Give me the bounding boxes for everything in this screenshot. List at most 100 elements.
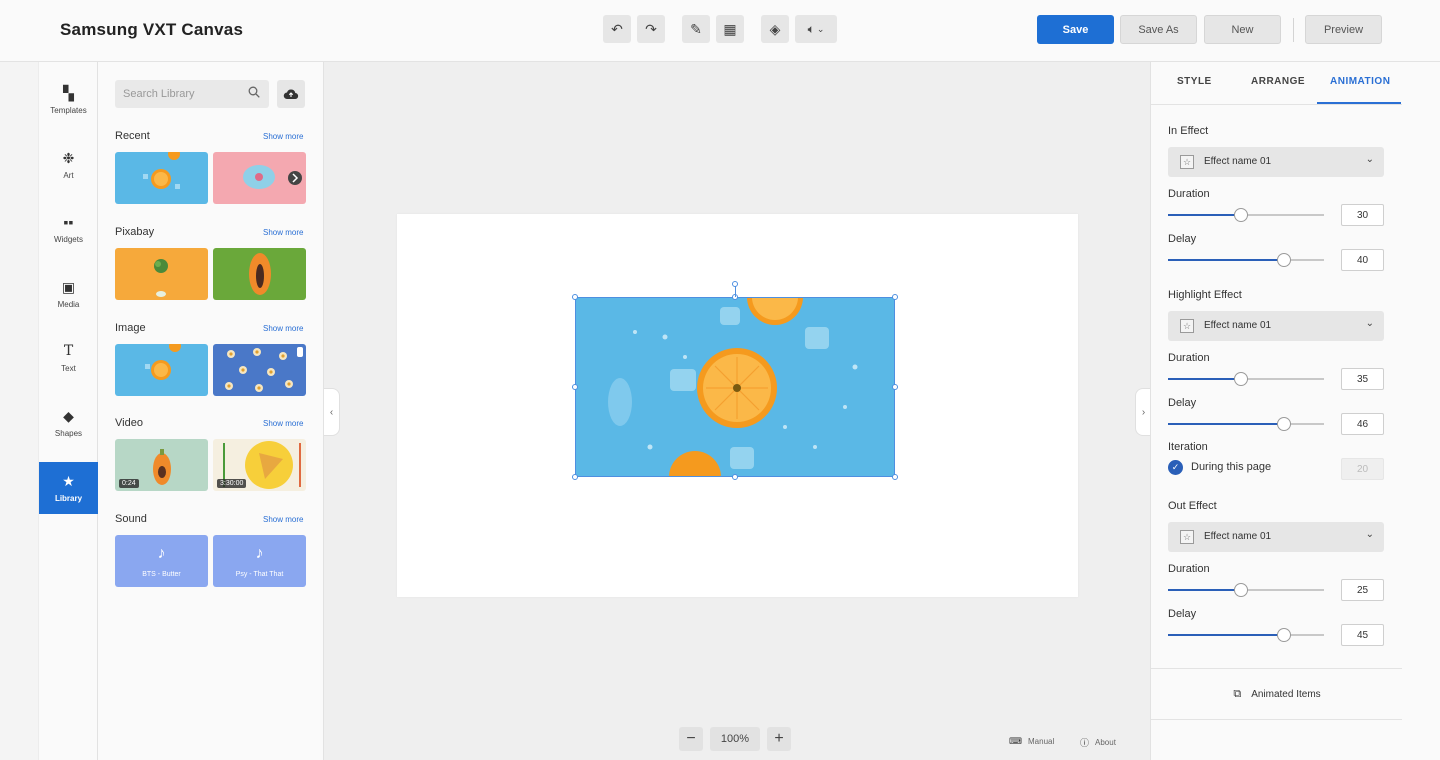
highlight-delay-slider[interactable]	[1168, 417, 1324, 431]
tab-arrange[interactable]: ARRANGE	[1251, 76, 1305, 87]
highlight-duration-input[interactable]: 35	[1341, 368, 1384, 390]
slider-knob[interactable]	[1234, 583, 1248, 597]
resize-handle-nw[interactable]	[572, 294, 578, 300]
rotate-handle[interactable]	[732, 281, 738, 287]
pixabay-thumb-papaya[interactable]	[213, 248, 306, 300]
recent-thumb-pink[interactable]	[213, 152, 306, 204]
search-input[interactable]: Search Library	[115, 80, 269, 108]
about-label: About	[1095, 738, 1116, 747]
in-duration-input[interactable]: 30	[1341, 204, 1384, 226]
show-more-link[interactable]: Show more	[263, 515, 303, 524]
in-effect-label: In Effect	[1168, 125, 1209, 137]
resize-handle-se[interactable]	[892, 474, 898, 480]
left-rail: ▚ Templates ❉ Art ▪▪ Widgets ▣ Media T T…	[38, 62, 98, 760]
collapse-left-panel-button[interactable]: ‹	[324, 388, 340, 436]
check-icon: ✓	[1171, 462, 1180, 472]
rail-item-label: Widgets	[54, 235, 83, 244]
toolbar-divider	[1293, 18, 1294, 42]
video-thumb-papaya[interactable]: 0:24	[115, 439, 208, 491]
rail-item-label: Shapes	[54, 429, 83, 438]
highlight-effect-select[interactable]: ☆ Effect name 01 ⌄	[1168, 311, 1384, 341]
show-more-link[interactable]: Show more	[263, 419, 303, 428]
rail-item-shapes[interactable]: ◆ Shapes	[39, 397, 98, 449]
music-note-icon: ♪	[157, 545, 166, 562]
grid-button[interactable]: ▦	[716, 15, 744, 43]
layers-icon: ◈	[769, 20, 781, 37]
highlight-delay-input[interactable]: 46	[1341, 413, 1384, 435]
sound-button[interactable]: 🔈︎ ⌄	[795, 15, 837, 43]
sound-tile-bts[interactable]: ♪ BTS - Butter	[115, 535, 208, 587]
tab-style[interactable]: STYLE	[1177, 76, 1212, 87]
resize-handle-ne[interactable]	[892, 294, 898, 300]
save-button[interactable]: Save	[1037, 15, 1114, 44]
rail-item-library[interactable]: ★ Library	[39, 462, 98, 514]
out-duration-input[interactable]: 25	[1341, 579, 1384, 601]
sound-tile-psy[interactable]: ♪ Psy - That That	[213, 535, 306, 587]
tab-animation[interactable]: ANIMATION	[1330, 76, 1390, 87]
resize-handle-e[interactable]	[892, 384, 898, 390]
new-button[interactable]: New	[1204, 15, 1281, 44]
redo-button[interactable]: ↷	[637, 15, 665, 43]
duration-label: Duration	[1168, 188, 1210, 200]
zoom-in-button[interactable]: +	[767, 727, 791, 751]
pixabay-thumb-broccoli[interactable]	[115, 248, 208, 300]
save-as-button[interactable]: Save As	[1120, 15, 1197, 44]
show-more-link[interactable]: Show more	[263, 132, 303, 141]
resize-handle-s[interactable]	[732, 474, 738, 480]
rail-item-art[interactable]: ❉ Art	[39, 139, 98, 191]
out-effect-select[interactable]: ☆ Effect name 01 ⌄	[1168, 522, 1384, 552]
about-link[interactable]: ⓘ About	[1080, 736, 1116, 749]
section-title-recent: Recent	[115, 130, 150, 142]
zoom-level[interactable]: 100%	[710, 727, 760, 751]
video-thumb-waffle[interactable]: 3:30:00	[213, 439, 306, 491]
image-thumb-orange[interactable]	[115, 344, 208, 396]
recent-thumb-orange[interactable]	[115, 152, 208, 204]
highlight-effect-label: Highlight Effect	[1168, 289, 1242, 301]
resize-handle-w[interactable]	[572, 384, 578, 390]
rail-item-text[interactable]: T Text	[39, 332, 98, 384]
effect-star-icon: ☆	[1180, 319, 1194, 333]
upload-button[interactable]	[277, 80, 305, 108]
image-thumb-eggs[interactable]	[213, 344, 306, 396]
out-delay-slider[interactable]	[1168, 628, 1324, 642]
highlight-duration-slider[interactable]	[1168, 372, 1324, 386]
undo-button[interactable]: ↶	[603, 15, 631, 43]
animated-items-button[interactable]: ⧉ Animated Items	[1151, 668, 1403, 720]
section-title-video: Video	[115, 417, 143, 429]
selection-frame[interactable]	[575, 297, 895, 477]
out-duration-slider[interactable]	[1168, 583, 1324, 597]
rail-item-widgets[interactable]: ▪▪ Widgets	[39, 203, 98, 255]
in-delay-input[interactable]: 40	[1341, 249, 1384, 271]
slider-knob[interactable]	[1234, 372, 1248, 386]
delay-label: Delay	[1168, 233, 1197, 245]
collapse-right-panel-button[interactable]: ›	[1135, 388, 1151, 436]
slider-knob[interactable]	[1277, 253, 1291, 267]
rail-item-media[interactable]: ▣ Media	[39, 268, 98, 320]
resize-handle-sw[interactable]	[572, 474, 578, 480]
layers-button[interactable]: ◈	[761, 15, 789, 43]
rail-item-templates[interactable]: ▚ Templates	[39, 74, 98, 126]
in-duration-slider[interactable]	[1168, 208, 1324, 222]
search-icon[interactable]	[248, 86, 260, 98]
show-more-link[interactable]: Show more	[263, 228, 303, 237]
slider-knob[interactable]	[1234, 208, 1248, 222]
ruler-button[interactable]: ✎	[682, 15, 710, 43]
in-delay-slider[interactable]	[1168, 253, 1324, 267]
iteration-input[interactable]: 20	[1341, 458, 1384, 480]
in-effect-select[interactable]: ☆ Effect name 01 ⌄	[1168, 147, 1384, 177]
manual-link[interactable]: ⌨ Manual	[1009, 736, 1054, 747]
properties-panel: STYLE ARRANGE ANIMATION In Effect ☆ Effe…	[1150, 62, 1403, 760]
art-icon: ❉	[62, 150, 75, 166]
during-page-checkbox[interactable]: ✓	[1168, 460, 1183, 475]
show-more-link[interactable]: Show more	[263, 324, 303, 333]
out-delay-input[interactable]: 45	[1341, 624, 1384, 646]
slider-knob[interactable]	[1277, 628, 1291, 642]
slider-knob[interactable]	[1277, 417, 1291, 431]
chevron-down-icon: ⌄	[1365, 318, 1374, 329]
zoom-out-button[interactable]: −	[679, 727, 703, 751]
star-icon: ★	[62, 473, 75, 489]
effect-star-icon: ☆	[1180, 155, 1194, 169]
search-placeholder: Search Library	[123, 88, 195, 100]
preview-button[interactable]: Preview	[1305, 15, 1382, 44]
in-effect-value: Effect name 01	[1204, 156, 1272, 167]
